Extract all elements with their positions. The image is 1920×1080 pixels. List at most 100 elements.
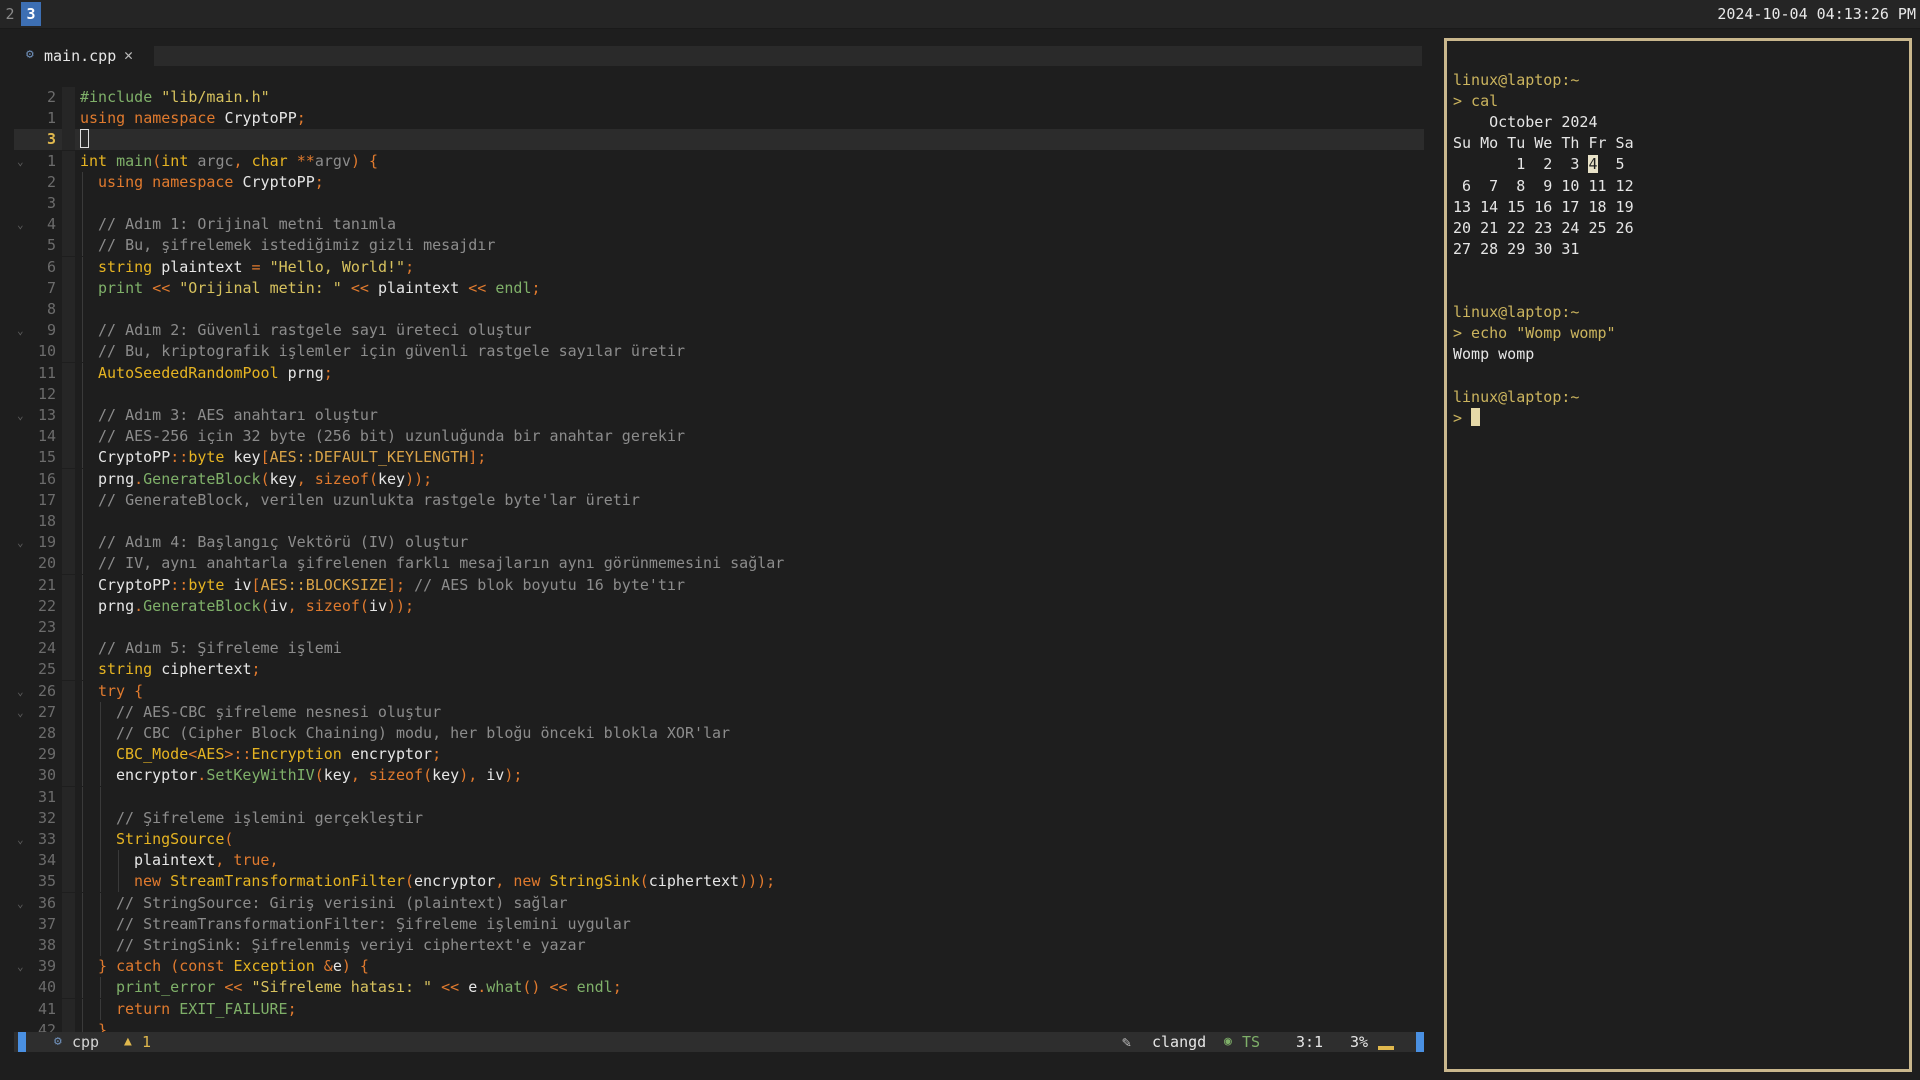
code-line[interactable]: ⌄ 33 StringSource( [14, 829, 1424, 850]
code-line[interactable]: ⌄ 36// StringSource: Giriş verisini (plai… [14, 892, 1424, 914]
line-number: 5 [46, 236, 56, 255]
code-text[interactable]: // Adım 5: Şifreleme işlemi [98, 638, 342, 659]
code-text[interactable]: int main(int argc, char **argv) { [80, 151, 378, 172]
code-text[interactable]: AutoSeededRandomPool prng; [98, 363, 333, 384]
code-line[interactable]: 8 [14, 299, 1424, 320]
code-text[interactable]: CryptoPP::byte iv[AES::BLOCKSIZE]; // AE… [98, 575, 685, 596]
code-text[interactable]: // Adım 2: Güvenli rastgele sayı üreteci… [98, 320, 531, 341]
code-text[interactable]: print << "Orijinal metin: " << plaintext… [98, 278, 541, 299]
code-line[interactable]: 34 plaintext, true, [14, 850, 1424, 872]
code-text[interactable]: using namespace CryptoPP; [80, 108, 306, 129]
code-text[interactable]: return EXIT_FAILURE; [116, 999, 297, 1020]
code-text[interactable]: prng.GenerateBlock(key, sizeof(key)); [98, 469, 432, 490]
code-line[interactable]: 28 // CBC (Cipher Block Chaining) modu, h… [14, 723, 1424, 744]
code-text[interactable]: // StringSource: Giriş verisini (plainte… [116, 893, 568, 914]
code-line[interactable]: 5 // Bu, şifrelemek istediğimiz gizli mes… [14, 235, 1424, 257]
code-text[interactable]: } catch (const Exception &e) { [98, 956, 369, 977]
line-number: 2 [46, 172, 56, 191]
code-text[interactable]: #include "lib/main.h" [80, 87, 270, 108]
code-text[interactable]: string plaintext = "Hello, World!"; [98, 257, 414, 278]
code-line[interactable]: 18 [14, 511, 1424, 532]
code-text[interactable]: // Adım 4: Başlangıç Vektörü (IV) oluştu… [98, 532, 468, 553]
warning-count[interactable]: 1 [142, 1032, 151, 1052]
line-number: 16 [37, 469, 56, 488]
tab-main-cpp[interactable]: ⚙ main.cpp ✕ [14, 44, 152, 68]
workspace-2[interactable]: 2 [2, 2, 18, 26]
code-text[interactable]: // AES-256 için 32 byte (256 bit) uzunlu… [98, 426, 685, 447]
terminal-cursor[interactable] [1471, 407, 1481, 426]
code-text[interactable]: // Adım 1: Orijinal metni tanımla [98, 214, 396, 235]
code-line[interactable]: 30 encryptor.SetKeyWithIV(key, sizeof(key… [14, 765, 1424, 787]
code-text[interactable]: string ciphertext; [98, 659, 261, 680]
code-line[interactable]: 29 CBC_Mode<AES>::Encryption encryptor; [14, 744, 1424, 766]
code-text[interactable]: // Şifreleme işlemini gerçekleştir [116, 808, 423, 829]
code-text[interactable]: // GenerateBlock, verilen uzunlukta rast… [98, 490, 640, 511]
code-text[interactable]: // StringSink: Şifrelenmiş veriyi cipher… [116, 935, 586, 956]
code-line[interactable]: 24 // Adım 5: Şifreleme işlemi [14, 638, 1424, 660]
code-line[interactable]: 35 new StreamTransformationFilter(encrypt… [14, 871, 1424, 893]
terminal-pane[interactable]: linux@laptop:~ > cal October 2024 Su Mo Tu… [1444, 38, 1912, 1072]
code-line[interactable]: 40 print_error << "Sifreleme hatası: " <<… [14, 977, 1424, 999]
code-text[interactable]: encryptor.SetKeyWithIV(key, sizeof(key),… [116, 765, 522, 786]
code-line[interactable]: 21 CryptoPP::byte iv[AES::BLOCKSIZE]; // … [14, 574, 1424, 596]
code-line[interactable]: 20 // IV, aynı anahtarla şifrelenen farkl… [14, 553, 1424, 575]
code-text[interactable]: StringSource( [116, 829, 233, 850]
code-line[interactable]: 1 using namespace CryptoPP; [14, 108, 1424, 130]
code-text[interactable]: // AES-CBC şifreleme nesnesi oluştur [116, 702, 441, 723]
code-line[interactable]: 2 using namespace CryptoPP; [14, 171, 1424, 193]
code-line[interactable]: ⌄ 19// Adım 4: Başlangıç Vektörü (IV) olu… [14, 532, 1424, 554]
code-text[interactable]: // CBC (Cipher Block Chaining) modu, her… [116, 723, 730, 744]
code-text[interactable]: CBC_Mode<AES>::Encryption encryptor; [116, 744, 441, 765]
indent-guide [82, 447, 83, 469]
code-line[interactable]: 32 // Şifreleme işlemini gerçekleştir [14, 807, 1424, 829]
code-line[interactable]: 25 string ciphertext; [14, 659, 1424, 681]
code-text[interactable]: // Adım 3: AES anahtarı oluştur [98, 405, 378, 426]
line-number: 26 [37, 681, 56, 700]
code-text[interactable]: prng.GenerateBlock(iv, sizeof(iv)); [98, 596, 414, 617]
code-text[interactable]: new StreamTransformationFilter(encryptor… [134, 871, 775, 892]
code-line[interactable]: 22 prng.GenerateBlock(iv, sizeof(iv)); [14, 595, 1424, 617]
code-line[interactable]: 7 print << "Orijinal metin: " << plaintex… [14, 277, 1424, 299]
indent-guide [118, 850, 119, 872]
code-line[interactable]: ⌄ 26 try { [14, 680, 1424, 702]
code-line[interactable]: 16 prng.GenerateBlock(key, sizeof(key)); [14, 468, 1424, 490]
code-text[interactable]: try { [98, 681, 143, 702]
code-text[interactable]: // StreamTransformationFilter: Şifreleme… [116, 914, 631, 935]
code-text[interactable]: plaintext, true, [134, 850, 279, 871]
code-text[interactable]: // IV, aynı anahtarla şifrelenen farklı … [98, 553, 784, 574]
code-line[interactable]: 10 // Bu, kriptografik işlemler için güve… [14, 341, 1424, 363]
code-line[interactable]: ⌄ 4// Adım 1: Orijinal metni tanımla [14, 214, 1424, 236]
code-text[interactable] [80, 129, 89, 150]
close-icon[interactable]: ✕ [124, 46, 133, 64]
code-text[interactable]: print_error << "Sifreleme hatası: " << e… [116, 977, 622, 998]
code-line[interactable]: 37 // StreamTransformationFilter: Şifrele… [14, 913, 1424, 935]
code-line[interactable]: 3 [14, 129, 1424, 151]
code-line[interactable]: 2 #include "lib/main.h" [14, 87, 1424, 108]
code-text[interactable]: // Bu, şifrelemek istediğimiz gizli mesa… [98, 235, 495, 256]
code-line[interactable]: 15 CryptoPP::byte key[AES::DEFAULT_KEYLEN… [14, 447, 1424, 469]
indent-guide [100, 998, 101, 1020]
code-line[interactable]: 31 [14, 786, 1424, 808]
code-line[interactable]: 12 [14, 383, 1424, 405]
code-line[interactable]: 6 string plaintext = "Hello, World!"; [14, 256, 1424, 278]
code-line[interactable]: ⌄ 9// Adım 2: Güvenli rastgele sayı ürete… [14, 320, 1424, 342]
code-line[interactable]: ⌄ 13// Adım 3: AES anahtarı oluştur [14, 405, 1424, 426]
code-area[interactable]: 2 #include "lib/main.h" 1 using namespace C… [14, 87, 1424, 1068]
code-editor[interactable]: ⚙ main.cpp ✕ 2 #include "lib/main.h" 1 usin… [14, 40, 1424, 1060]
code-line[interactable]: 17 // GenerateBlock, verilen uzunlukta ra… [14, 489, 1424, 511]
tab-line: ⚙ main.cpp ✕ [14, 44, 1424, 68]
code-line[interactable]: 3 [14, 193, 1424, 214]
code-line[interactable]: ⌄ 27// AES-CBC şifreleme nesnesi oluştur [14, 701, 1424, 723]
code-line[interactable]: 41 return EXIT_FAILURE; [14, 998, 1424, 1020]
code-line[interactable]: 11 AutoSeededRandomPool prng; [14, 362, 1424, 384]
code-line[interactable]: 38 // StringSink: Şifrelenmiş veriyi ciph… [14, 935, 1424, 956]
gear-icon: ⚙ [26, 47, 34, 62]
code-line[interactable]: 14 // AES-256 için 32 byte (256 bit) uzun… [14, 426, 1424, 448]
code-text[interactable]: using namespace CryptoPP; [98, 172, 324, 193]
code-line[interactable]: 23 [14, 617, 1424, 638]
code-text[interactable]: CryptoPP::byte key[AES::DEFAULT_KEYLENGT… [98, 447, 486, 468]
workspace-3-active[interactable]: 3 [21, 2, 41, 26]
code-text[interactable]: // Bu, kriptografik işlemler için güvenl… [98, 341, 685, 362]
code-line[interactable]: ⌄ 1 int main(int argc, char **argv) { [14, 150, 1424, 172]
code-line[interactable]: ⌄ 39} catch (const Exception &e) { [14, 956, 1424, 978]
